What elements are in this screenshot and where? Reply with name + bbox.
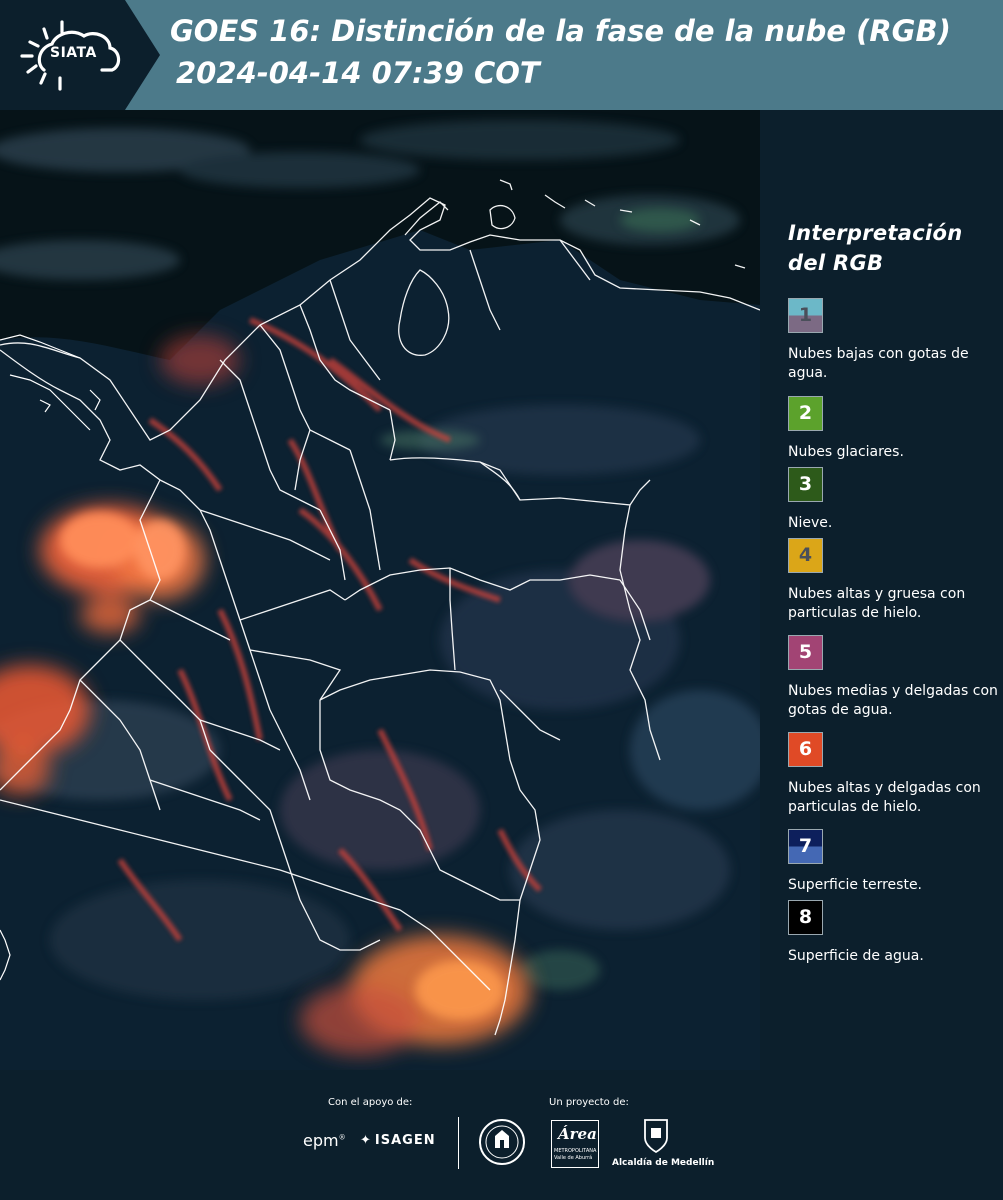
legend-number: 3 (798, 473, 813, 495)
timestamp: 2024-04-14 07:39 COT (176, 56, 540, 90)
footer-divider (458, 1117, 459, 1169)
seal-logo[interactable] (478, 1118, 526, 1170)
legend-label: Superficie terreste. (788, 877, 923, 893)
rgb-satellite-image (0, 110, 760, 1070)
legend-number: 8 (798, 906, 813, 928)
legend-number: 1 (798, 304, 813, 326)
legend-label: Nubes glaciares. (788, 444, 904, 460)
legend-label: Nubes altas y gruesa con particulas de h… (788, 586, 966, 621)
shield-icon (644, 1119, 668, 1154)
support-caption: Con el apoyo de: (328, 1097, 413, 1108)
page-title: GOES 16: Distinción de la fase de la nub… (170, 14, 951, 48)
project-caption: Un proyecto de: (549, 1097, 629, 1108)
alcaldia-text: Alcaldía de Medellín (612, 1158, 715, 1168)
satellite-map[interactable] (0, 110, 760, 1070)
legend-label: Nubes altas y delgadas con particulas de… (788, 780, 981, 815)
siata-logo[interactable]: SIATA (0, 0, 160, 110)
legend-label: Superficie de agua. (788, 948, 924, 964)
logo-text: SIATA (50, 45, 97, 61)
isagen-text: ISAGEN (374, 1133, 436, 1148)
legend-number: 2 (798, 402, 813, 424)
legend-label: Nubes medias y delgadas con gotas de agu… (788, 683, 998, 718)
area-metropolitana-subtitle: METROPOLITANA Valle de Aburrá (554, 1148, 597, 1161)
legend-number: 5 (798, 641, 813, 663)
epm-text: epm (303, 1131, 339, 1150)
header: SIATA GOES 16: Distinción de la fase de … (0, 0, 1003, 110)
footer: Con el apoyo de: Un proyecto de: epm® ✦ I… (0, 1070, 1003, 1200)
legend-number: 7 (798, 835, 813, 857)
legend-label: Nubes bajas con gotas de agua. (788, 346, 969, 381)
isagen-logo[interactable]: ✦ ISAGEN (360, 1133, 436, 1148)
area-metropolitana-text: Área (558, 1125, 597, 1143)
legend-title: Interpretación del RGB (788, 221, 963, 275)
legend-number: 4 (798, 544, 813, 566)
seal-icon (479, 1119, 525, 1165)
legend-label: Nieve. (788, 515, 833, 531)
isagen-star-icon: ✦ (360, 1133, 372, 1148)
epm-logo[interactable]: epm® (303, 1131, 346, 1150)
legend-number: 6 (798, 738, 813, 760)
legend-panel: Interpretación del RGB 1 Nubes bajas con … (760, 110, 1003, 1070)
area-metropolitana-logo[interactable]: Área METROPOLITANA Valle de Aburrá (551, 1120, 599, 1168)
